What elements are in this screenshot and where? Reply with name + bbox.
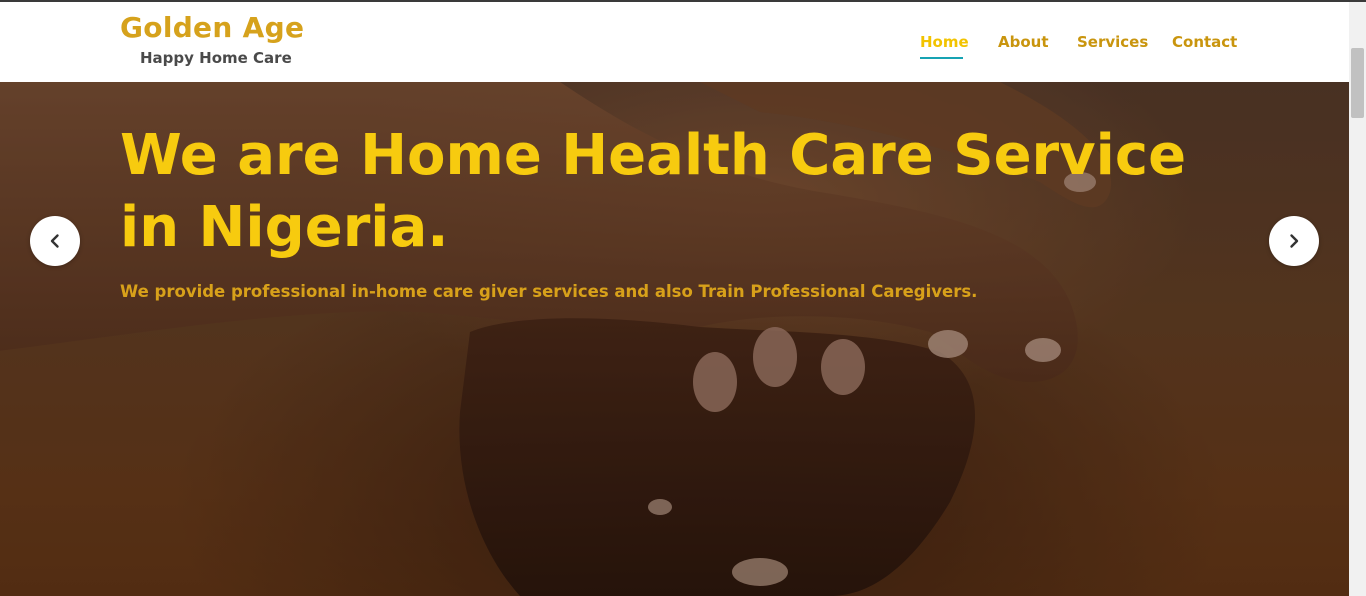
nav-link-home[interactable]: Home xyxy=(920,33,969,51)
scrollbar-thumb[interactable] xyxy=(1351,48,1364,118)
chevron-left-icon xyxy=(50,234,59,248)
hero-title: We are Home Health Care Service in Niger… xyxy=(120,123,1187,260)
site-header: Golden Age Happy Home Care Home About Se… xyxy=(0,2,1349,82)
main-nav: Home About Services Contact xyxy=(0,33,1349,63)
nav-link-about[interactable]: About xyxy=(998,33,1049,51)
hero-carousel: We are Home Health Care Service in Niger… xyxy=(0,82,1349,596)
page-scrollbar[interactable] xyxy=(1349,2,1366,596)
hero-subtitle: We provide professional in-home care giv… xyxy=(120,282,978,301)
chevron-right-icon xyxy=(1290,234,1299,248)
nav-active-indicator xyxy=(920,57,963,59)
nav-link-services[interactable]: Services xyxy=(1077,33,1148,51)
carousel-prev-button[interactable] xyxy=(30,216,80,266)
nav-link-contact[interactable]: Contact xyxy=(1172,33,1237,51)
carousel-next-button[interactable] xyxy=(1269,216,1319,266)
